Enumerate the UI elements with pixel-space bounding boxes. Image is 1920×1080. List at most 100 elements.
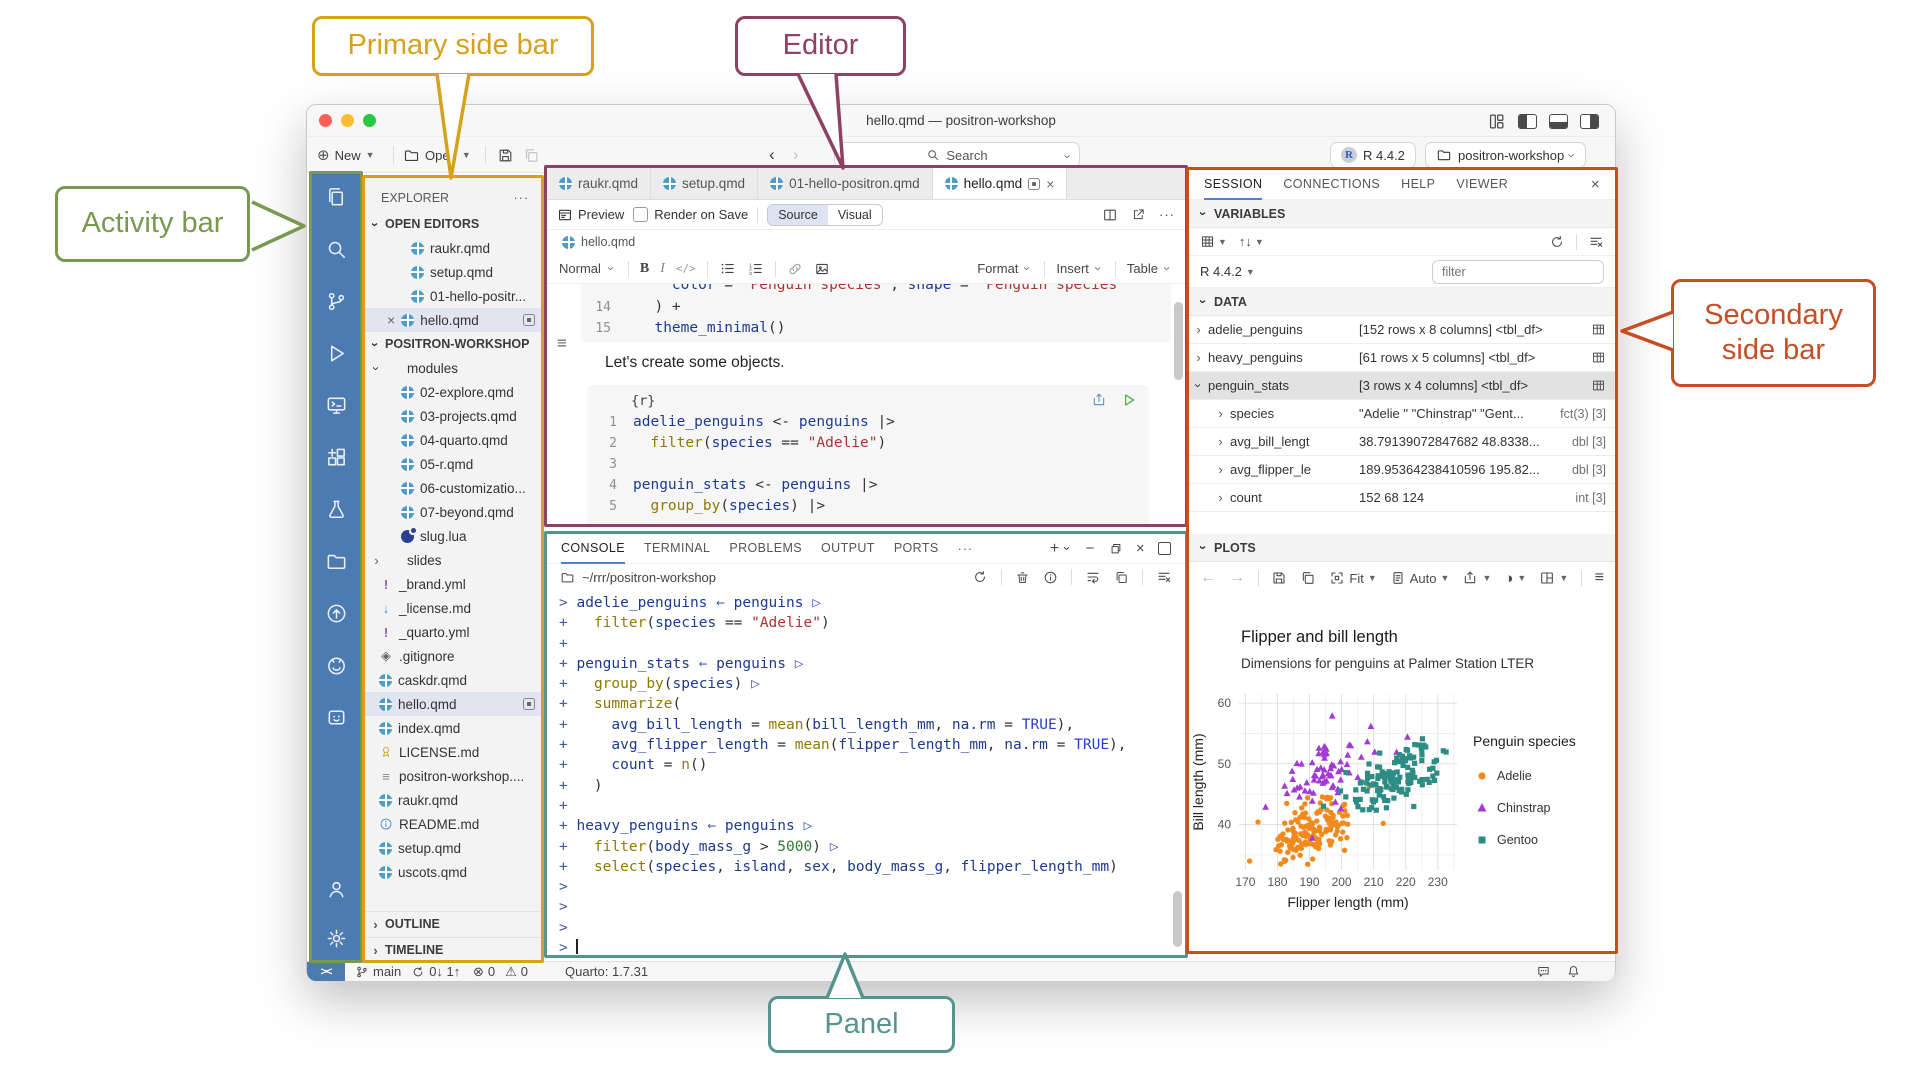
open-editor-item[interactable]: setup.qmd [365,260,541,284]
variables-section-header[interactable]: ›VARIABLES [1189,200,1615,228]
code-chunk-menu-icon[interactable]: ≡ [557,332,567,353]
secondary-tab-viewer[interactable]: VIEWER [1456,170,1508,200]
file-tree-item[interactable]: !_brand.yml [365,572,541,596]
editor-scrollbar[interactable] [1174,302,1183,380]
variables-view-mode-button[interactable]: ▼ [1200,234,1227,249]
render-on-save-checkbox[interactable]: Render on Save [633,207,748,222]
console-scrollbar[interactable] [1173,891,1182,947]
save-button[interactable] [497,137,514,173]
publish-plot-button[interactable]: ▼ [1462,570,1491,586]
plots-more-icon[interactable]: ≡ [1595,569,1604,587]
source-mode-button[interactable]: Source [768,205,828,225]
file-tree-item[interactable]: caskdr.qmd [365,668,541,692]
explorer-icon[interactable] [325,186,348,209]
file-tree-item[interactable]: uscots.qmd [365,860,541,884]
editor-content[interactable]: ≡ color = "Penguin species", shape = "Pe… [547,284,1185,527]
paragraph-style-select[interactable]: Normal› [559,261,617,276]
variable-row[interactable]: ›avg_bill_lengt 38.79139072847682 48.833… [1189,428,1615,456]
file-tree-item[interactable]: setup.qmd [365,836,541,860]
file-tree-item[interactable]: ≡positron-workshop.... [365,764,541,788]
file-tree-item[interactable]: 07-beyond.qmd [365,500,541,524]
word-wrap-icon[interactable] [1085,569,1101,585]
run-debug-icon[interactable] [325,342,348,365]
open-editors-header[interactable]: ›OPEN EDITORS [365,212,541,236]
source-visual-toggle[interactable]: SourceVisual [767,204,882,226]
open-external-icon[interactable] [1131,207,1146,222]
editor-more-actions-icon[interactable]: ··· [1159,207,1175,222]
variable-row[interactable]: ›avg_flipper_le 189.95364238410596 195.8… [1189,456,1615,484]
panel-more-tabs-icon[interactable]: ··· [958,542,974,556]
run-cell-icon[interactable] [1121,392,1137,408]
search-sidebar-icon[interactable] [325,238,348,261]
file-tree-item[interactable]: README.md [365,812,541,836]
link-button[interactable] [787,261,803,277]
explorer-more-actions-icon[interactable]: ··· [514,191,530,205]
code-chunk-tail[interactable]: color = "Penguin species", shape = "Peng… [581,284,1171,342]
plot-policy-auto-button[interactable]: Auto▼ [1390,570,1450,586]
file-tree-item[interactable]: ◈.gitignore [365,644,541,668]
table-menu[interactable]: Table› [1127,261,1173,276]
file-tree-item[interactable]: 05-r.qmd [365,452,541,476]
format-menu[interactable]: Format› [977,261,1033,276]
file-tree-item[interactable]: ›modules [365,356,541,380]
open-editor-item[interactable]: 01-hello-positr... [365,284,541,308]
variable-row[interactable]: ›penguin_stats [3 rows x 4 columns] <tbl… [1189,372,1615,400]
workspace-button[interactable]: positron-workshop› [1425,142,1586,168]
view-table-icon[interactable] [1591,322,1606,337]
insert-menu[interactable]: Insert› [1056,261,1104,276]
close-secondary-sidebar-icon[interactable]: × [1591,176,1600,193]
close-panel-icon[interactable]: × [1136,540,1145,557]
plot-size-fit-button[interactable]: Fit▼ [1329,570,1376,586]
split-editor-icon[interactable] [1102,207,1118,223]
console-working-directory[interactable]: ~/rrr/positron-workshop [582,570,716,585]
file-tree-item[interactable]: 04-quarto.qmd [365,428,541,452]
variables-runtime-select[interactable]: R 4.4.2▼ [1200,264,1255,279]
folders-icon[interactable] [325,550,348,573]
secondary-tab-help[interactable]: HELP [1401,170,1435,200]
duplicate-console-icon[interactable] [1114,570,1129,585]
numbered-list-button[interactable] [747,260,764,277]
source-control-icon[interactable] [325,290,348,313]
editor-tab[interactable]: 01-hello-positron.qmd [758,168,933,199]
workspace-root-header[interactable]: ›POSITRON-WORKSHOP [365,332,541,356]
search-chevron-down-icon[interactable]: › [1060,154,1075,158]
toggle-primary-sidebar-icon[interactable] [1518,114,1537,129]
variable-row[interactable]: ›species "Adelie " "Chinstrap" "Gent... … [1189,400,1615,428]
image-button[interactable] [814,261,830,277]
save-all-button[interactable] [523,137,540,173]
title-bar[interactable]: hello.qmd — positron-workshop [307,105,1615,137]
toggle-panel-icon[interactable] [1549,114,1568,129]
variables-sort-button[interactable]: ↑↓▼ [1239,234,1264,249]
variable-row[interactable]: ›heavy_penguins [61 rows x 5 columns] <t… [1189,344,1615,372]
save-plot-icon[interactable] [1271,570,1287,586]
minimize-panel-icon[interactable]: − [1086,540,1095,557]
interpreter-button[interactable]: RR 4.4.2 [1330,142,1416,168]
prose-text[interactable]: Let's create some objects. [547,342,1185,373]
refresh-variables-icon[interactable] [1549,234,1565,250]
code-cell[interactable]: {r} 1adelie_penguins <- penguins |>2 fil… [587,385,1149,527]
problems-status[interactable]: ⊗0 ⚠0 [473,962,528,981]
breadcrumb[interactable]: hello.qmd [547,230,1185,254]
restore-panel-icon[interactable] [1108,541,1123,556]
open-button[interactable]: Open▼ [403,137,471,173]
variables-filter-input[interactable] [1432,260,1604,284]
italic-button[interactable]: I [660,261,665,277]
outline-section[interactable]: ›OUTLINE [365,911,541,936]
close-tab-icon[interactable]: × [1046,177,1054,191]
preview-button[interactable]: Preview [557,207,624,223]
bold-button[interactable]: B [640,261,649,277]
file-tree-item[interactable]: index.qmd [365,716,541,740]
restart-console-icon[interactable] [972,569,988,585]
toggle-secondary-sidebar-icon[interactable] [1580,114,1599,129]
bullet-list-button[interactable] [719,260,736,277]
copy-plot-icon[interactable] [1300,570,1316,586]
quarto-version-status[interactable]: Quarto: 1.7.31 [565,962,648,981]
view-table-icon[interactable] [1591,350,1606,365]
file-tree-item[interactable]: 02-explore.qmd [365,380,541,404]
remote-indicator[interactable]: >< [307,962,345,981]
clear-variables-icon[interactable] [1588,234,1604,250]
open-editor-item[interactable]: ×hello.qmd [365,308,541,332]
settings-gear-icon[interactable] [325,927,348,950]
panel-tab-terminal[interactable]: TERMINAL [644,534,710,564]
close-editor-icon[interactable]: × [387,313,395,327]
